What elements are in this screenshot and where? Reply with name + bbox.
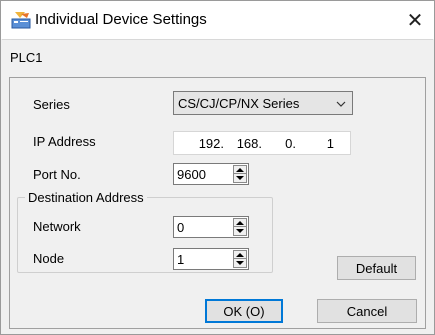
- node-value[interactable]: 1: [177, 252, 184, 267]
- arrow-up-icon: [236, 253, 244, 257]
- port-value[interactable]: 9600: [177, 167, 206, 182]
- arrow-up-icon: [236, 168, 244, 172]
- port-decrement-button[interactable]: [234, 174, 246, 182]
- dialog-title: Individual Device Settings: [35, 11, 207, 28]
- ip-octet-2[interactable]: 168.: [228, 136, 262, 151]
- series-selected-value: CS/CJ/CP/NX Series: [178, 96, 300, 111]
- default-button[interactable]: Default: [337, 256, 416, 280]
- port-increment-button[interactable]: [234, 166, 246, 174]
- series-label: Series: [33, 97, 70, 112]
- node-spin-buttons: [233, 250, 247, 268]
- destination-address-title: Destination Address: [25, 190, 147, 205]
- ip-octet-1[interactable]: 192.: [188, 136, 224, 151]
- chevron-down-icon: [336, 98, 346, 108]
- ip-address-field[interactable]: 192. 168. 0. 1: [173, 131, 351, 155]
- device-settings-dialog: Individual Device Settings ✕ PLC1 Series…: [0, 0, 435, 335]
- ip-octet-3[interactable]: 0.: [270, 136, 296, 151]
- port-label: Port No.: [33, 167, 81, 182]
- arrow-down-icon: [236, 175, 244, 180]
- node-label: Node: [33, 251, 65, 266]
- ip-address-label: IP Address: [33, 134, 96, 149]
- ok-button[interactable]: OK (O): [205, 299, 283, 323]
- node-increment-button[interactable]: [234, 251, 246, 259]
- ip-octet-4[interactable]: 1: [314, 136, 334, 151]
- port-stepper[interactable]: 9600: [173, 163, 249, 185]
- arrow-down-icon: [236, 260, 244, 265]
- title-bar: Individual Device Settings ✕: [1, 1, 434, 39]
- app-icon: [11, 10, 31, 30]
- network-decrement-button[interactable]: [234, 227, 246, 235]
- node-decrement-button[interactable]: [234, 259, 246, 267]
- close-icon: ✕: [406, 9, 424, 32]
- cancel-button[interactable]: Cancel: [317, 299, 417, 323]
- network-stepper[interactable]: 0: [173, 216, 249, 238]
- device-name-bar: PLC1: [2, 39, 433, 72]
- network-value[interactable]: 0: [177, 220, 184, 235]
- network-increment-button[interactable]: [234, 219, 246, 227]
- close-button[interactable]: ✕: [396, 1, 434, 39]
- series-dropdown[interactable]: CS/CJ/CP/NX Series: [173, 91, 353, 115]
- port-spin-buttons: [233, 165, 247, 183]
- network-label: Network: [33, 219, 81, 234]
- network-spin-buttons: [233, 218, 247, 236]
- arrow-down-icon: [236, 228, 244, 233]
- node-stepper[interactable]: 1: [173, 248, 249, 270]
- arrow-up-icon: [236, 221, 244, 225]
- device-name: PLC1: [10, 50, 43, 65]
